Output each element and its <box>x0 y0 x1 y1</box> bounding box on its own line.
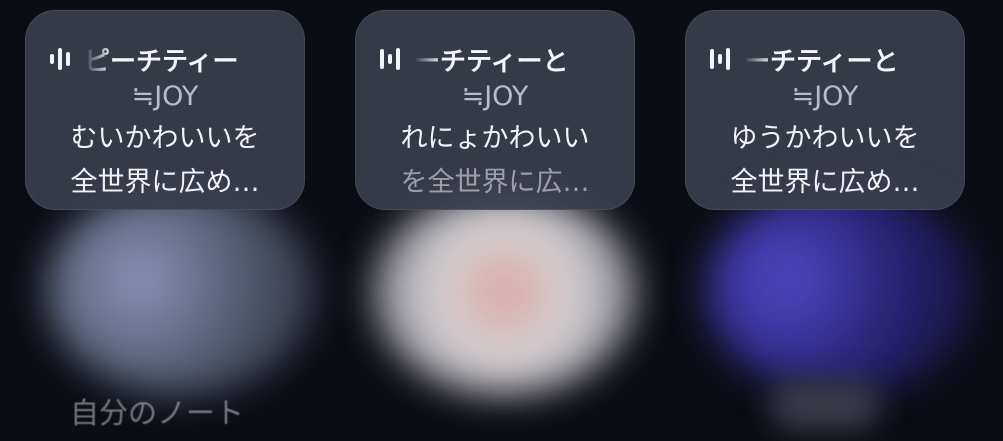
avatar-2[interactable] <box>372 190 637 395</box>
note-message: むいかわいいを 全世界に広め… <box>26 117 304 205</box>
music-title-row: ーチティーと <box>380 39 624 79</box>
note-message-line1: れにょかわいい <box>400 123 590 154</box>
audio-waveform-icon <box>710 48 730 70</box>
note-message-line2: を全世界に広… <box>400 167 590 198</box>
audio-waveform-icon <box>50 48 70 70</box>
audio-waveform-icon <box>380 48 400 70</box>
note-message: ゆうかわいいを 全世界に広め… <box>686 117 964 205</box>
note-message-line1: ゆうかわいいを <box>730 123 920 154</box>
note-message: れにょかわいい を全世界に広… <box>356 117 634 205</box>
avatar-3[interactable] <box>705 185 975 395</box>
note-message-line2: 全世界に広め… <box>730 167 920 198</box>
note-bubble-1[interactable]: ピーチティー ≒JOY むいかわいいを 全世界に広め… <box>25 10 305 210</box>
song-artist: ≒JOY <box>461 81 529 112</box>
avatar-1[interactable] <box>45 185 315 395</box>
note-bubble-2[interactable]: ーチティーと ≒JOY れにょかわいい を全世界に広… <box>355 10 635 210</box>
song-artist: ≒JOY <box>131 81 199 112</box>
note-bubble-3[interactable]: ーチティーと ≒JOY ゆうかわいいを 全世界に広め… <box>685 10 965 210</box>
song-artist: ≒JOY <box>791 81 859 112</box>
song-title: ーチティーと <box>414 46 569 77</box>
music-title-row: ピーチティー <box>50 39 294 79</box>
username-pill-3 <box>770 380 880 430</box>
music-title-row: ーチティーと <box>710 39 954 79</box>
your-note-label: 自分のノート <box>70 396 245 430</box>
note-message-line2: 全世界に広め… <box>70 167 260 198</box>
note-message-line1: むいかわいいを <box>70 123 260 154</box>
song-title: ピーチティー <box>84 46 239 77</box>
song-title: ーチティーと <box>744 46 899 77</box>
